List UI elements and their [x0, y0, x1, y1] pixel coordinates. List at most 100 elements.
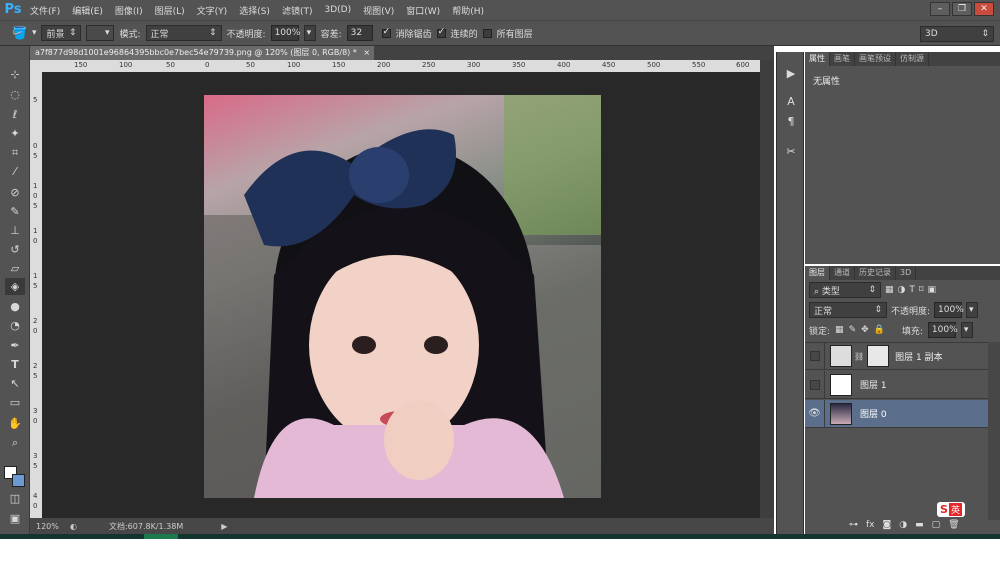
- layer-row-selected[interactable]: 👁 图层 0: [805, 399, 988, 428]
- menu-window[interactable]: 窗口(W): [400, 4, 446, 17]
- layer-name[interactable]: 图层 1: [860, 378, 887, 391]
- tab-channels[interactable]: 通道: [830, 266, 855, 280]
- tab-clone-source[interactable]: 仿制源: [896, 52, 929, 66]
- all-layers-checkbox[interactable]: [482, 28, 492, 38]
- filter-shape-icon[interactable]: ⌑: [919, 285, 924, 295]
- tab-3d[interactable]: 3D: [896, 266, 917, 280]
- document-tab-close[interactable]: ×: [363, 48, 370, 57]
- clone-stamp-tool-icon[interactable]: ⊥: [5, 222, 25, 239]
- opacity-input[interactable]: 100%: [270, 25, 300, 41]
- zoom-level[interactable]: 120%: [36, 522, 66, 531]
- shape-tool-icon[interactable]: ▭: [5, 394, 25, 411]
- layer-filter-select[interactable]: ⌕ 类型 ⇕: [809, 282, 881, 298]
- tool-presets-icon[interactable]: ✂: [783, 144, 799, 160]
- move-tool-icon[interactable]: ⊹: [5, 66, 25, 83]
- crop-tool-icon[interactable]: ⌗: [5, 144, 25, 161]
- close-button[interactable]: ✕: [974, 2, 994, 16]
- layer-name[interactable]: 图层 0: [860, 407, 887, 420]
- menu-image[interactable]: 图像(I): [109, 4, 149, 17]
- layers-scrollbar[interactable]: [988, 342, 1000, 520]
- delete-layer-icon[interactable]: 🗑: [948, 520, 959, 530]
- status-menu-arrow-icon[interactable]: ▶: [221, 522, 227, 531]
- new-group-icon[interactable]: ▬: [915, 520, 924, 530]
- tolerance-input[interactable]: 32: [346, 25, 373, 41]
- new-layer-icon[interactable]: ▢: [932, 520, 941, 530]
- blend-mode-select[interactable]: 正常 ⇕: [809, 302, 887, 318]
- menu-type[interactable]: 文字(Y): [191, 4, 234, 17]
- brush-tool-icon[interactable]: ✎: [5, 203, 25, 220]
- tab-brush[interactable]: 画笔: [830, 52, 855, 66]
- layer-opacity-input[interactable]: 100%: [934, 302, 964, 318]
- visibility-toggle[interactable]: [805, 342, 825, 370]
- menu-view[interactable]: 视图(V): [357, 4, 400, 17]
- document-photo[interactable]: [204, 95, 601, 498]
- filter-adjustment-icon[interactable]: ◑: [898, 285, 906, 295]
- restore-button[interactable]: ❐: [952, 2, 972, 16]
- menu-layer[interactable]: 图层(L): [149, 4, 191, 17]
- eyedropper-tool-icon[interactable]: ⁄: [5, 163, 25, 180]
- fill-source-select[interactable]: 前景 ⇕: [41, 25, 82, 41]
- eraser-tool-icon[interactable]: ▱: [5, 260, 25, 277]
- lock-all-icon[interactable]: 🔒: [874, 325, 885, 335]
- dodge-tool-icon[interactable]: ◔: [5, 317, 25, 334]
- antialias-checkbox[interactable]: [381, 27, 391, 38]
- path-selection-tool-icon[interactable]: ↖: [5, 375, 25, 392]
- hand-tool-icon[interactable]: ✋: [5, 415, 25, 432]
- layer-mask-thumbnail[interactable]: [867, 345, 890, 367]
- opacity-dropdown[interactable]: ▾: [303, 25, 316, 41]
- ruler-origin[interactable]: [30, 60, 42, 72]
- menu-3d[interactable]: 3D(D): [318, 5, 357, 15]
- menu-select[interactable]: 选择(S): [233, 4, 276, 17]
- filter-smart-object-icon[interactable]: ▣: [928, 285, 937, 295]
- history-brush-tool-icon[interactable]: ↺: [5, 241, 25, 258]
- horizontal-ruler[interactable]: 150 100 50 0 50 100 150 200 250 300 350 …: [42, 60, 760, 72]
- fill-dropdown[interactable]: ▾: [960, 322, 973, 338]
- menu-edit[interactable]: 编辑(E): [66, 4, 109, 17]
- vertical-scrollbar[interactable]: [760, 60, 774, 518]
- layer-row[interactable]: ⛓ 图层 1 副本: [805, 342, 988, 370]
- vertical-ruler[interactable]: 5 0 5 1 0 5 1 0 1 5 2 0 2 5 3 0 3 5 4 0: [30, 72, 42, 518]
- lock-position-icon[interactable]: ✥: [861, 325, 869, 335]
- taskbar-active-item[interactable]: [144, 534, 178, 539]
- minimize-button[interactable]: –: [930, 2, 950, 16]
- pen-tool-icon[interactable]: ✒: [5, 337, 25, 354]
- tab-layers[interactable]: 图层: [805, 266, 830, 280]
- fill-input[interactable]: 100%: [927, 322, 958, 338]
- lock-transparent-icon[interactable]: ▦: [835, 325, 844, 335]
- filter-pixel-icon[interactable]: ▦: [885, 285, 894, 295]
- paint-bucket-tool-icon[interactable]: ◈: [5, 278, 25, 295]
- status-options-icon[interactable]: ◐: [70, 522, 77, 531]
- menu-filter[interactable]: 滤镜(T): [276, 4, 319, 17]
- menu-help[interactable]: 帮助(H): [446, 4, 490, 17]
- add-mask-icon[interactable]: ◙: [883, 520, 892, 530]
- menu-file[interactable]: 文件(F): [24, 4, 66, 17]
- chain-link-icon[interactable]: ⛓: [854, 352, 864, 361]
- screen-mode-icon[interactable]: ▣: [5, 510, 25, 527]
- magic-wand-tool-icon[interactable]: ✦: [5, 125, 25, 142]
- layer-name[interactable]: 图层 1 副本: [895, 350, 942, 363]
- visibility-toggle[interactable]: 👁: [805, 399, 825, 428]
- lock-pixels-icon[interactable]: ✎: [849, 325, 857, 335]
- play-action-icon[interactable]: ▶: [783, 66, 799, 82]
- zoom-tool-icon[interactable]: ⌕: [5, 434, 25, 451]
- document-tab[interactable]: a7f877d98d1001e96864395bbc0e7bec54e79739…: [30, 46, 374, 60]
- contiguous-checkbox[interactable]: [436, 27, 446, 38]
- mode-select[interactable]: 正常 ⇕: [145, 25, 222, 41]
- paragraph-panel-icon[interactable]: ¶: [783, 114, 799, 130]
- layer-opacity-dropdown[interactable]: ▾: [966, 302, 979, 318]
- adjustment-layer-icon[interactable]: ◑: [899, 520, 907, 530]
- tab-brush-presets[interactable]: 画笔预设: [855, 52, 896, 66]
- workspace-select[interactable]: 3D ⇕: [920, 26, 994, 42]
- layer-row[interactable]: 图层 1: [805, 370, 988, 399]
- paint-bucket-icon[interactable]: 🪣: [12, 26, 27, 40]
- blur-tool-icon[interactable]: ●: [5, 298, 25, 315]
- tab-history[interactable]: 历史记录: [855, 266, 896, 280]
- type-tool-icon[interactable]: T: [5, 356, 25, 373]
- tab-properties[interactable]: 属性: [805, 52, 830, 66]
- link-layers-icon[interactable]: ⊶: [849, 520, 858, 530]
- marquee-tool-icon[interactable]: ◌: [5, 86, 25, 103]
- canvas-viewport[interactable]: [42, 72, 760, 518]
- healing-brush-tool-icon[interactable]: ⊘: [5, 184, 25, 201]
- background-color-swatch[interactable]: [12, 474, 25, 487]
- filter-type-icon[interactable]: T: [909, 285, 915, 295]
